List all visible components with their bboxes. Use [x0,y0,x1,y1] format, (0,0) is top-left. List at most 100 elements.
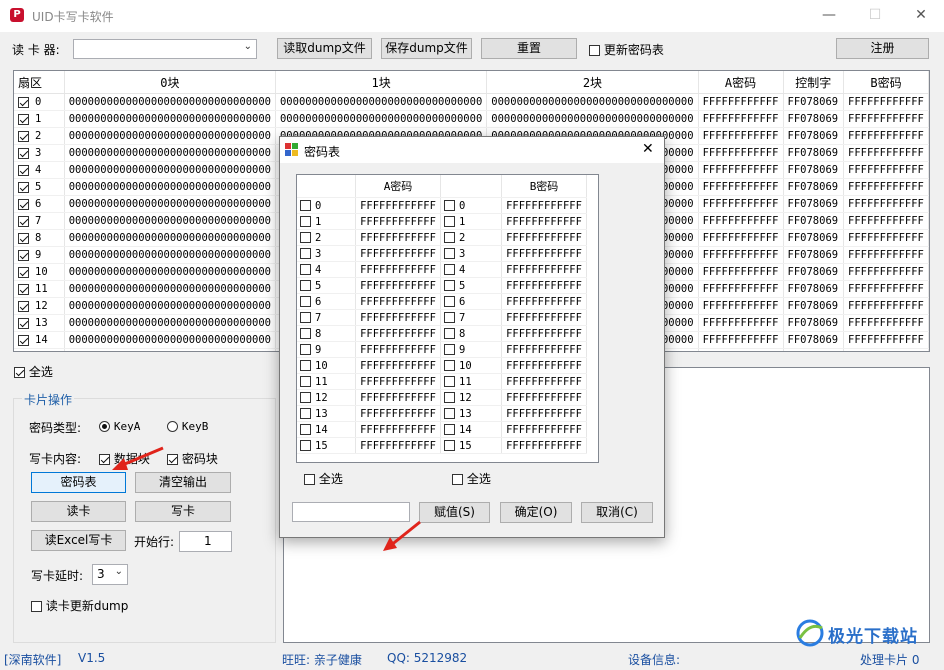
pwd-b-checkbox[interactable] [444,376,455,387]
pwd-b-checkbox[interactable] [444,440,455,451]
row-checkbox[interactable] [18,215,29,227]
key-a-radio[interactable]: KeyA [99,419,140,433]
maximize-button[interactable]: ☐ [852,0,898,32]
pwd-a-checkbox[interactable] [300,264,311,275]
row-checkbox[interactable] [18,96,29,108]
pwd-b-checkbox[interactable] [444,344,455,355]
pwd-row[interactable]: 2 FFFFFFFFFFFF 2 FFFFFFFFFFFF [297,229,587,246]
pwd-b-checkbox[interactable] [444,264,455,275]
pwd-a-checkbox[interactable] [300,232,311,243]
pwd-b-checkbox[interactable] [444,296,455,307]
pwd-row[interactable]: 12 FFFFFFFFFFFF 12 FFFFFFFFFFFF [297,389,587,406]
row-checkbox[interactable] [18,334,29,346]
read-excel-button[interactable]: 读Excel写卡 [31,530,126,551]
pwd-a-checkbox[interactable] [300,296,311,307]
pwd-b-value: FFFFFFFFFFFF [501,325,587,342]
sector-number: 6 [35,198,42,210]
row-checkbox[interactable] [18,164,29,176]
pwd-a-checkbox[interactable] [300,440,311,451]
pwd-row[interactable]: 8 FFFFFFFFFFFF 8 FFFFFFFFFFFF [297,325,587,342]
row-checkbox[interactable] [18,352,29,353]
dialog-close-button[interactable]: ✕ [642,141,654,157]
row-checkbox[interactable] [18,317,29,329]
minimize-button[interactable]: — [806,0,852,32]
row-checkbox[interactable] [18,283,29,295]
pwd-grid-container[interactable]: A密码 B密码 0 FFFFFFFFFFFF 0 FFFFFFFFFFFF 1 FFFFF… [296,174,599,463]
pwd-b-checkbox[interactable] [444,216,455,227]
table-row[interactable]: 1000000000000000000000000000000000000000… [14,110,929,128]
ok-button[interactable]: 确定(O) [500,502,572,523]
pwd-row[interactable]: 13 FFFFFFFFFFFF 13 FFFFFFFFFFFF [297,405,587,422]
cell-sector: 1 [14,110,65,128]
pwd-a-checkbox[interactable] [300,280,311,291]
pwd-row[interactable]: 15 FFFFFFFFFFFF 15 FFFFFFFFFFFF [297,437,587,454]
pwd-row[interactable]: 5 FFFFFFFFFFFF 5 FFFFFFFFFFFF [297,277,587,294]
pwd-row[interactable]: 11 FFFFFFFFFFFF 11 FFFFFFFFFFFF [297,373,587,390]
pwd-table-button[interactable]: 密码表 [31,472,126,493]
key-b-radio[interactable]: KeyB [167,419,208,433]
reset-button[interactable]: 重置 [481,38,577,59]
read-card-button[interactable]: 读卡 [31,501,126,522]
row-checkbox[interactable] [18,249,29,261]
pwd-b-checkbox[interactable] [444,248,455,259]
row-checkbox[interactable] [18,300,29,312]
pwd-block-checkbox[interactable]: 密码块 [167,450,218,467]
write-card-button[interactable]: 写卡 [135,501,231,522]
row-checkbox[interactable] [18,147,29,159]
pwd-row[interactable]: 4 FFFFFFFFFFFF 4 FFFFFFFFFFFF [297,261,587,278]
assign-button[interactable]: 赋值(S) [419,502,490,523]
select-all-checkbox[interactable]: 全选 [14,363,53,380]
pwd-a-checkbox[interactable] [300,248,311,259]
register-button[interactable]: 注册 [836,38,929,59]
row-checkbox[interactable] [18,232,29,244]
select-all-b-checkbox[interactable]: 全选 [452,470,491,487]
pwd-b-checkbox[interactable] [444,280,455,291]
pwd-b-checkbox[interactable] [444,312,455,323]
pwd-a-checkbox[interactable] [300,328,311,339]
pwd-a-checkbox[interactable] [300,376,311,387]
pwd-a-checkbox[interactable] [300,200,311,211]
table-row[interactable]: 0 00000000000000000000000000000000 0000000… [14,93,929,111]
pwd-row[interactable]: 14 FFFFFFFFFFFF 14 FFFFFFFFFFFF [297,421,587,438]
pwd-row[interactable]: 9 FFFFFFFFFFFF 9 FFFFFFFFFFFF [297,341,587,358]
row-checkbox[interactable] [18,266,29,278]
row-checkbox[interactable] [18,113,29,125]
pwd-b-checkbox[interactable] [444,392,455,403]
row-checkbox[interactable] [18,181,29,193]
select-all-a-checkbox[interactable]: 全选 [304,470,343,487]
pwd-a-checkbox[interactable] [300,408,311,419]
pwd-index-cell: 5 [297,277,356,294]
row-checkbox[interactable] [18,198,29,210]
pwd-b-checkbox[interactable] [444,408,455,419]
pwd-row[interactable]: 6 FFFFFFFFFFFF 6 FFFFFFFFFFFF [297,293,587,310]
cancel-button[interactable]: 取消(C) [581,502,653,523]
read-dump-button[interactable]: 读取dump文件 [277,38,372,59]
pwd-a-checkbox[interactable] [300,344,311,355]
pwd-row[interactable]: 0 FFFFFFFFFFFF 0 FFFFFFFFFFFF [297,197,587,214]
pwd-b-checkbox[interactable] [444,424,455,435]
pwd-row[interactable]: 10 FFFFFFFFFFFF 10 FFFFFFFFFFFF [297,357,587,374]
read-update-dump-checkbox[interactable]: 读卡更新dump [31,597,128,614]
reader-select[interactable]: ⌄ [73,39,257,59]
write-delay-select[interactable]: 3 ⌄ [92,564,128,585]
pwd-a-checkbox[interactable] [300,360,311,371]
pwd-a-checkbox[interactable] [300,424,311,435]
pwd-b-checkbox[interactable] [444,200,455,211]
pwd-b-checkbox[interactable] [444,328,455,339]
start-row-input[interactable]: 1 [179,531,232,552]
row-checkbox[interactable] [18,130,29,142]
cell-a-pwd: FFFFFFFFFFFF [698,297,784,315]
update-pwd-checkbox[interactable]: 更新密码表 [589,41,664,58]
pwd-row[interactable]: 7 FFFFFFFFFFFF 7 FFFFFFFFFFFF [297,309,587,326]
pwd-b-checkbox[interactable] [444,232,455,243]
pwd-a-checkbox[interactable] [300,312,311,323]
pwd-row[interactable]: 3 FFFFFFFFFFFF 3 FFFFFFFFFFFF [297,245,587,262]
close-button[interactable]: ✕ [898,0,944,32]
save-dump-button[interactable]: 保存dump文件 [381,38,472,59]
pwd-a-checkbox[interactable] [300,392,311,403]
pwd-b-value: FFFFFFFFFFFF [501,293,587,310]
pwd-row[interactable]: 1 FFFFFFFFFFFF 1 FFFFFFFFFFFF [297,213,587,230]
clear-output-button[interactable]: 清空输出 [135,472,231,493]
pwd-a-checkbox[interactable] [300,216,311,227]
pwd-b-checkbox[interactable] [444,360,455,371]
